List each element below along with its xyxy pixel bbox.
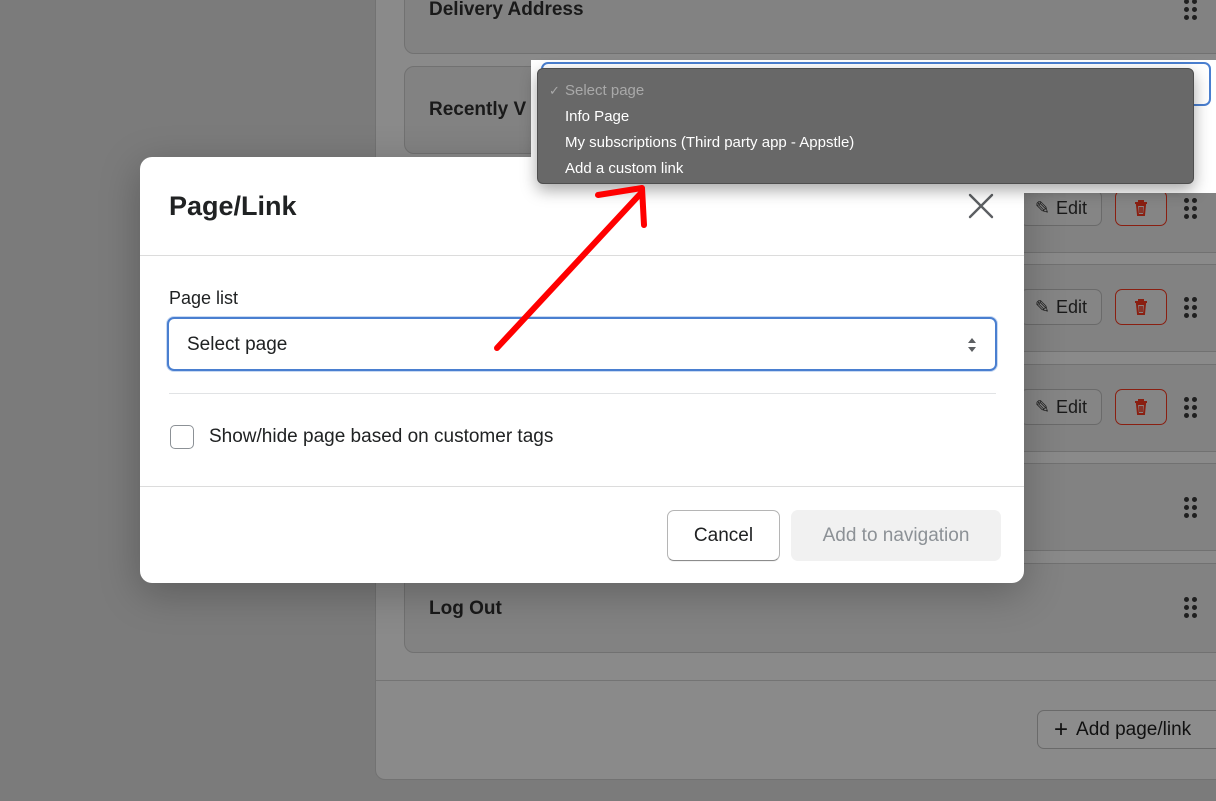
divider [169, 393, 996, 394]
dropdown-option-info-page[interactable]: Info Page [538, 104, 1193, 130]
nav-item-delivery-address: Delivery Address [404, 0, 1216, 54]
drag-handle-icon[interactable] [1184, 596, 1198, 618]
nav-item-label: Delivery Address [429, 0, 584, 20]
modal-title: Page/Link [169, 191, 297, 221]
customer-tags-checkbox[interactable] [170, 425, 194, 449]
add-page-link-label: Add page/link [1076, 718, 1192, 740]
pencil-icon: ✎ [1034, 197, 1050, 218]
trash-icon [1135, 299, 1147, 315]
divider [140, 486, 1024, 487]
page-link-modal: Page/Link Page list Select page Show/hid… [140, 157, 1024, 583]
trash-icon [1135, 200, 1147, 216]
delete-button[interactable] [1115, 289, 1167, 325]
edit-label: Edit [1055, 296, 1087, 317]
add-to-navigation-button[interactable]: Add to navigation [791, 510, 1001, 561]
option-label: Select page [565, 82, 645, 99]
pencil-icon: ✎ [1034, 396, 1050, 417]
nav-item-label: Recently V [429, 99, 527, 120]
page-list-select[interactable]: Select page [167, 317, 997, 371]
pencil-icon: ✎ [1034, 296, 1050, 317]
drag-handle-icon[interactable] [1184, 197, 1198, 219]
edit-button[interactable]: ✎ Edit [1020, 190, 1102, 226]
page-select-dropdown: ✓ Select page Info Page My subscriptions… [531, 60, 1216, 193]
edit-label: Edit [1055, 197, 1087, 218]
dropdown-menu: ✓ Select page Info Page My subscriptions… [537, 68, 1194, 184]
select-value: Select page [187, 334, 288, 355]
drag-handle-icon[interactable] [1184, 296, 1198, 318]
option-label: Info Page [565, 108, 630, 125]
plus-icon: + [1054, 715, 1069, 743]
edit-button[interactable]: ✎ Edit [1020, 389, 1102, 425]
dropdown-option-my-subscriptions[interactable]: My subscriptions (Third party app - Apps… [538, 130, 1193, 156]
delete-button[interactable] [1115, 190, 1167, 226]
drag-handle-icon[interactable] [1184, 0, 1198, 20]
customer-tags-label: Show/hide page based on customer tags [209, 426, 554, 447]
trash-icon [1135, 399, 1147, 415]
edit-button[interactable]: ✎ Edit [1020, 289, 1102, 325]
add-page-link-button[interactable]: + Add page/link [1037, 710, 1216, 749]
close-icon[interactable] [966, 191, 996, 221]
cancel-button[interactable]: Cancel [667, 510, 780, 561]
edit-label: Edit [1055, 396, 1087, 417]
page-list-label: Page list [169, 288, 239, 308]
select-arrows-icon [968, 338, 976, 352]
option-label: Add a custom link [565, 160, 684, 177]
option-label: My subscriptions (Third party app - Apps… [565, 134, 855, 151]
checkmark-icon: ✓ [549, 83, 560, 98]
drag-handle-icon[interactable] [1184, 496, 1198, 518]
drag-handle-icon[interactable] [1184, 396, 1198, 418]
divider [376, 680, 1216, 681]
dropdown-option-add-custom-link[interactable]: Add a custom link [538, 156, 1193, 182]
nav-item-label: Log Out [429, 598, 502, 619]
dropdown-option-select-page[interactable]: ✓ Select page [538, 78, 1193, 104]
delete-button[interactable] [1115, 389, 1167, 425]
divider [140, 255, 1024, 256]
